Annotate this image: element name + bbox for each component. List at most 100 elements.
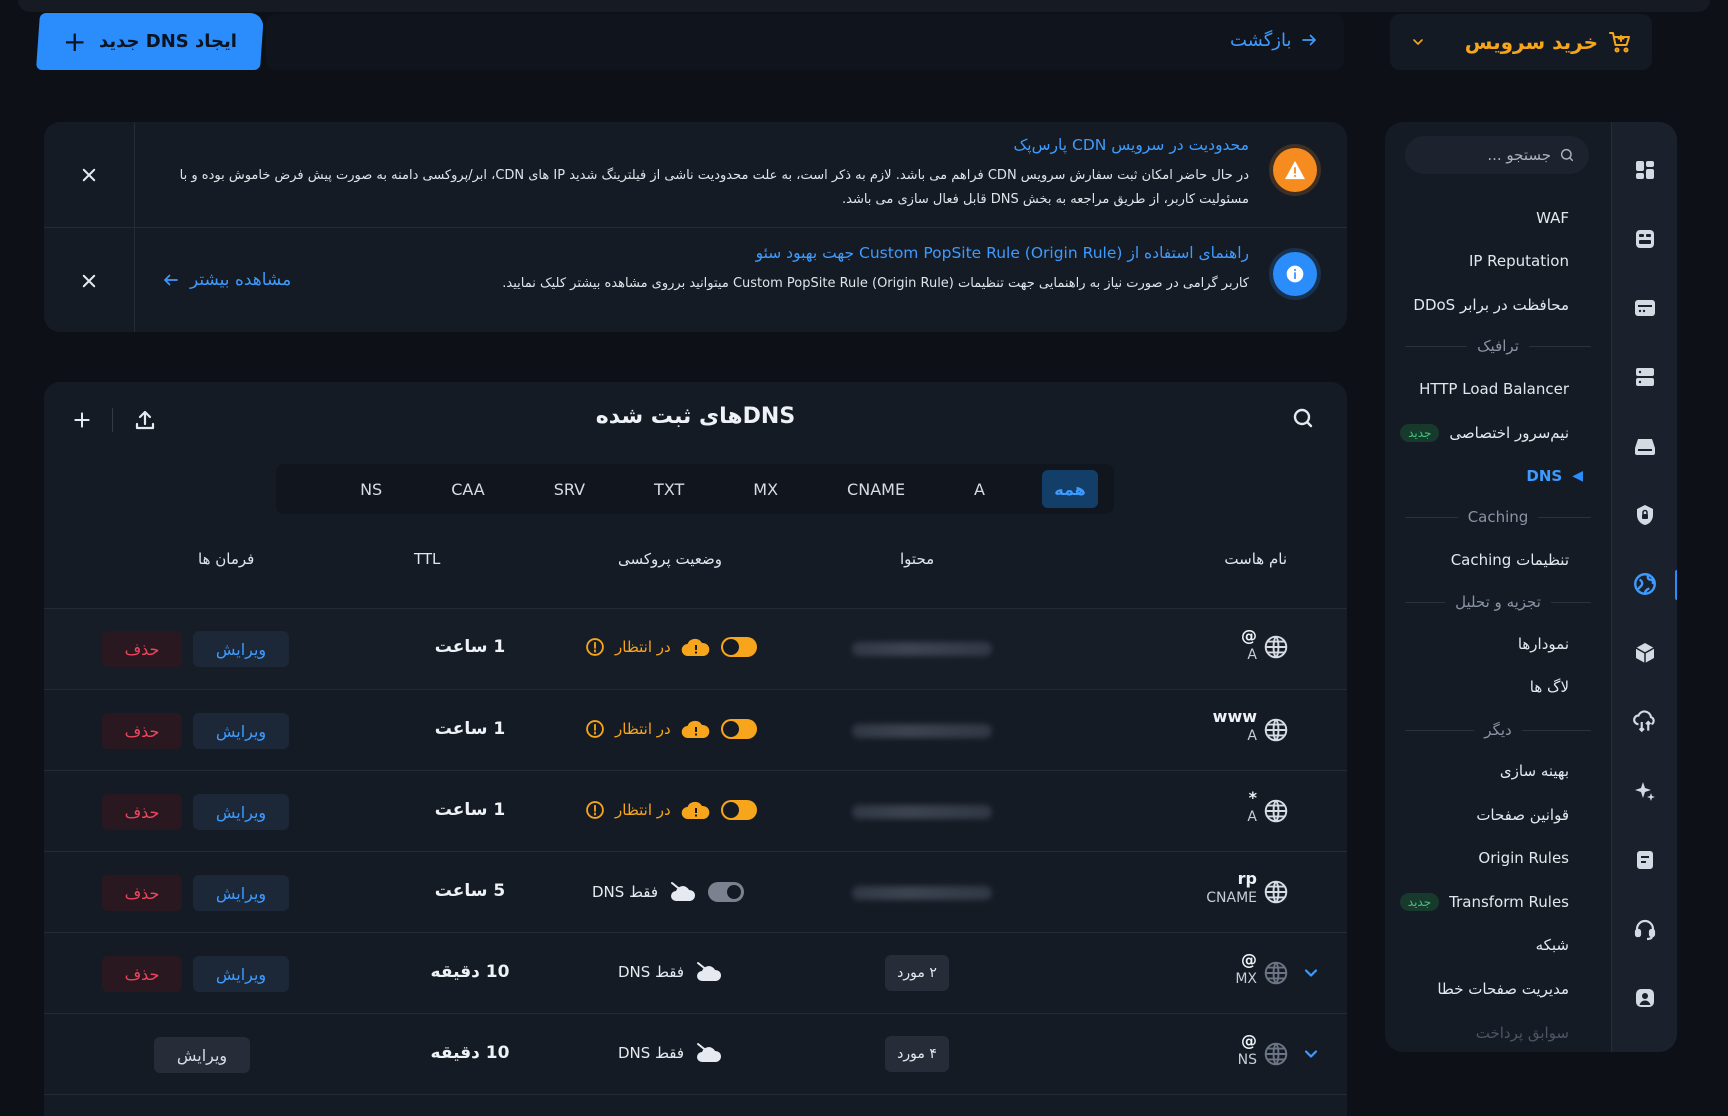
alert-body: در حال حاضر امکان ثبت سفارش سرویس CDN فر… — [179, 168, 1249, 207]
proxy-status-label: فقط DNS — [618, 963, 685, 981]
sidebar-item-error-pages[interactable]: مدیریت صفحات خطا — [1437, 980, 1569, 998]
warning-icon — [1273, 148, 1317, 192]
content-count-chip[interactable]: ۲ مورد — [885, 955, 949, 991]
proxy-status: فقط DNS — [618, 1042, 724, 1064]
tab-a[interactable]: A — [962, 470, 997, 508]
tab-caa[interactable]: CAA — [439, 470, 497, 508]
sidebar-item-network[interactable]: شبکه — [1536, 936, 1569, 954]
sidebar-item-ip-reputation[interactable]: IP Reputation — [1469, 252, 1569, 270]
proxy-status-label: در انتظار — [615, 801, 671, 819]
proxy-toggle[interactable] — [720, 637, 757, 657]
sidebar-item-charts[interactable]: نمودارها — [1518, 635, 1569, 653]
header-actions: فرمان ها — [198, 550, 255, 568]
alert-body: کاربر گرامی در صورت نیاز به راهنمایی جهت… — [502, 276, 1249, 291]
delete-button[interactable]: حذف — [102, 631, 182, 667]
package-icon[interactable] — [1629, 637, 1661, 669]
table-row: rp CNAME فقط DNS 5 ساعت ویرایش حذف — [44, 851, 1347, 932]
sidebar-item-label: نیم‌سرور اختصاصی — [1449, 424, 1569, 442]
alert-title[interactable]: راهنمای استفاده از Custom PopSite Rule (… — [756, 244, 1249, 262]
close-icon[interactable] — [76, 162, 102, 188]
server-icon[interactable] — [1629, 361, 1661, 393]
tab-srv[interactable]: SRV — [542, 470, 597, 508]
tab-mx[interactable]: MX — [741, 470, 790, 508]
edit-button[interactable]: ویرایش — [193, 956, 289, 992]
sidebar-search-placeholder: جستجو ... — [1487, 146, 1551, 164]
host-name: www — [1212, 707, 1257, 726]
tab-txt[interactable]: TXT — [642, 470, 696, 508]
cloud-transfer-icon[interactable] — [1629, 706, 1661, 738]
document-icon[interactable] — [1629, 844, 1661, 876]
edit-button[interactable]: ویرایش — [193, 631, 289, 667]
sidebar-item-ddos[interactable]: محافظت در برابر DDoS — [1413, 296, 1569, 314]
host-name: rp — [1237, 869, 1257, 888]
chevron-down-icon[interactable] — [1301, 1044, 1321, 1064]
chevron-down-icon[interactable] — [1301, 963, 1321, 983]
arrow-right-icon — [1301, 34, 1316, 46]
sidebar: جستجو ... WAF IP Reputation محافظت در بر… — [1385, 122, 1677, 1052]
sidebar-item-logs[interactable]: لاگ ها — [1530, 678, 1569, 696]
buy-service-dropdown[interactable]: خرید سرویس — [1390, 14, 1652, 70]
sidebar-item-origin-rules[interactable]: Origin Rules — [1478, 849, 1569, 867]
pending-alert-icon — [586, 720, 604, 738]
sidebar-item-optimization[interactable]: بهینه سازی — [1500, 762, 1569, 780]
sidebar-item-caching-settings[interactable]: تنظیمات Caching — [1451, 551, 1569, 569]
delete-button[interactable]: حذف — [102, 713, 182, 749]
sidebar-search-input[interactable]: جستجو ... — [1405, 136, 1589, 174]
sidebar-item-label: قوانین صفحات — [1476, 806, 1569, 824]
new-badge: جدید — [1400, 424, 1440, 442]
sidebar-section-traffic: ترافیک — [1405, 337, 1591, 355]
host-name: @ — [1241, 1031, 1257, 1050]
edit-button[interactable]: ویرایش — [154, 1037, 250, 1073]
security-lock-icon[interactable] — [1629, 499, 1661, 531]
back-button[interactable]: بازگشت — [1230, 24, 1318, 56]
proxy-status: در انتظار — [585, 637, 757, 657]
search-icon[interactable] — [1291, 406, 1315, 430]
sparkles-icon[interactable] — [1629, 775, 1661, 807]
server-status-icon[interactable] — [1629, 223, 1661, 255]
edit-button[interactable]: ویرایش — [193, 713, 289, 749]
delete-button[interactable]: حذف — [102, 875, 182, 911]
globe-icon — [1263, 1041, 1289, 1067]
proxy-toggle[interactable] — [720, 800, 757, 820]
sidebar-item-http-load-balancer[interactable]: HTTP Load Balancer — [1419, 380, 1569, 398]
create-dns-label: ایجاد DNS جدید — [98, 31, 237, 52]
upload-icon[interactable] — [133, 408, 157, 432]
content-count-chip[interactable]: ۴ مورد — [885, 1036, 949, 1072]
delete-button[interactable]: حذف — [102, 956, 182, 992]
proxy-toggle[interactable] — [720, 719, 757, 739]
tab-ns[interactable]: NS — [348, 470, 394, 508]
user-profile-icon[interactable] — [1629, 982, 1661, 1014]
globe-icon — [1263, 717, 1289, 743]
record-type: A — [1247, 728, 1257, 744]
top-strip — [0, 0, 1728, 12]
sidebar-item-billing-history[interactable]: سوابق پرداخت — [1476, 1024, 1569, 1042]
edit-button[interactable]: ویرایش — [193, 875, 289, 911]
sidebar-item-dns[interactable]: ◀ DNS — [1526, 467, 1583, 485]
headset-icon[interactable] — [1629, 913, 1661, 945]
proxy-toggle[interactable] — [708, 882, 745, 902]
add-icon[interactable] — [72, 410, 92, 430]
sidebar-item-page-rules[interactable]: قوانین صفحات — [1476, 806, 1569, 824]
card-actions — [72, 408, 157, 432]
delete-button[interactable]: حذف — [102, 794, 182, 830]
storage-icon[interactable] — [1629, 292, 1661, 324]
tab-cname[interactable]: CNAME — [835, 470, 917, 508]
sidebar-item-private-ns[interactable]: نیم‌سرور اختصاصی جدید — [1400, 424, 1569, 442]
sidebar-item-transform-rules[interactable]: Transform Rules جدید — [1399, 893, 1569, 911]
actions-divider — [112, 408, 113, 432]
dashboard-icon[interactable] — [1629, 154, 1661, 186]
edit-button[interactable]: ویرایش — [193, 794, 289, 830]
storage-drive-icon[interactable] — [1629, 430, 1661, 462]
sidebar-item-waf[interactable]: WAF — [1536, 209, 1569, 227]
table-row-partial — [44, 1094, 1347, 1116]
alert-divider — [134, 228, 135, 332]
alert-title[interactable]: محدودیت در سرویس CDN پارس‌پک — [1013, 136, 1249, 154]
table-row: @ MX ۲ مورد فقط DNS 10 دقیقه ویرایش حذف — [44, 932, 1347, 1013]
close-icon[interactable] — [76, 268, 102, 294]
create-dns-button[interactable]: ایجاد DNS جدید + — [36, 13, 264, 70]
see-more-link[interactable]: مشاهده بیشتر — [162, 270, 291, 290]
proxy-status-label: در انتظار — [615, 720, 671, 738]
tab-all[interactable]: همه — [1042, 470, 1098, 508]
cdn-globe-icon[interactable] — [1629, 568, 1661, 600]
dns-card-title: DNSهای ثبت شده — [595, 404, 796, 429]
